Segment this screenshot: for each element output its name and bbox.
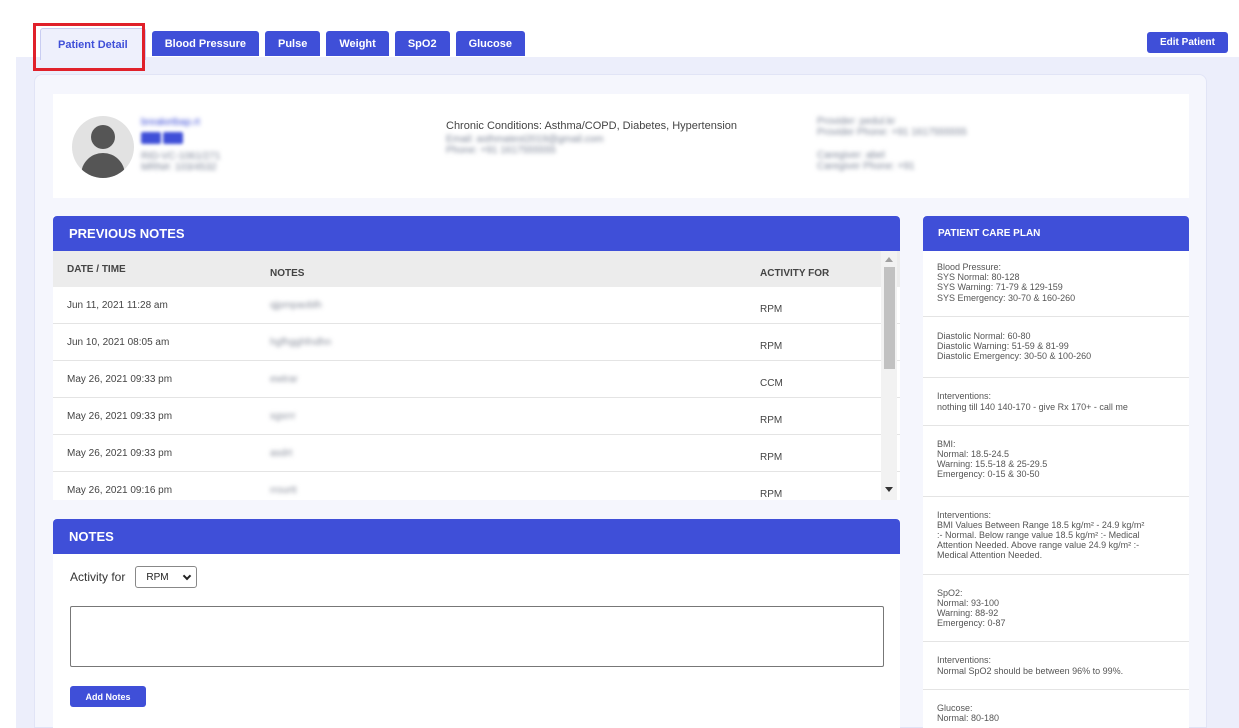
notes-table-header: DATE / TIME NOTES ACTIVITY FOR (53, 251, 900, 287)
patient-badges (141, 131, 341, 149)
activity-select-value: RPM (146, 571, 169, 583)
column-activity: ACTIVITY FOR (760, 267, 830, 279)
caregiver-name: Caregiver: abel (817, 150, 885, 161)
care-plan-item: Diastolic Normal: 60-80 Diastolic Warning… (923, 317, 1189, 379)
table-row: Jun 11, 2021 11:28 am qjpmpaoblh RPM (53, 287, 900, 324)
activity-label: Activity for (70, 570, 126, 584)
care-plan-panel: PATIENT CARE PLAN Blood Pressure: SYS Nor… (923, 216, 1189, 728)
row-date: Jun 11, 2021 11:28 am (67, 299, 168, 311)
patient-contact: Chronic Conditions: Asthma/COPD, Diabete… (446, 120, 776, 156)
patient-name[interactable]: breaketbap.rt (141, 117, 341, 128)
tab-glucose[interactable]: Glucose (455, 31, 525, 56)
tab-patient-detail[interactable]: Patient Detail (40, 28, 146, 60)
avatar (72, 116, 134, 178)
activity-select[interactable]: RPM (135, 566, 198, 588)
tab-pulse[interactable]: Pulse (265, 31, 321, 56)
table-row: May 26, 2021 09:33 pm ewtrar CCM (53, 361, 900, 398)
patient-email: Email: asthmatest2019@gmail.com (446, 134, 604, 145)
row-date: May 26, 2021 09:33 pm (67, 373, 173, 385)
tab-spo2[interactable]: SpO2 (394, 31, 450, 56)
badge-icon (163, 132, 183, 144)
care-plan-item: Glucose: Normal: 80-180 (937, 702, 1000, 724)
patient-mrn-line: MRN#: 103/4532 (141, 162, 217, 173)
badge-icon (141, 132, 161, 144)
provider-info: Provider: pedul.kr Provider Phone: +91 1… (817, 116, 1077, 172)
patient-phone: Phone: +91 1617555555 (446, 145, 556, 156)
table-row: May 26, 2021 09:33 pm sgsrrr RPM (53, 398, 900, 435)
row-activity: RPM (760, 488, 783, 500)
add-notes-button[interactable]: Add Notes (70, 686, 146, 707)
care-plan-item: Interventions: Normal SpO2 should be betw… (923, 642, 1189, 690)
column-notes: NOTES (270, 267, 305, 279)
row-note: qjpmpaoblh (270, 299, 322, 311)
row-note: rrourtt (270, 484, 297, 496)
avatar-body-icon (81, 153, 125, 178)
row-activity: CCM (760, 377, 783, 389)
notes-table-body[interactable]: Jun 11, 2021 11:28 am qjpmpaoblh RPM Jun… (53, 287, 900, 500)
table-row: Jun 10, 2021 08:05 am hgfhgghfndhn RPM (53, 324, 900, 361)
patient-id-line: RID-VC-1061/271 (141, 151, 221, 162)
notes-form-title: NOTES (53, 519, 900, 554)
care-plan-item: Interventions: BMI Values Between Range 1… (923, 497, 1189, 575)
edit-patient-button[interactable]: Edit Patient (1147, 32, 1228, 53)
row-date: May 26, 2021 09:33 pm (67, 447, 173, 459)
patient-identity: breaketbap.rt RID-VC-1061/271 MRN#: 103/… (141, 117, 341, 173)
row-date: May 26, 2021 09:16 pm (67, 484, 173, 496)
table-row: May 26, 2021 09:16 pm rrourtt RPM (53, 472, 900, 500)
tab-bar: Patient Detail Blood Pressure Pulse Weig… (40, 28, 525, 60)
tab-blood-pressure[interactable]: Blood Pressure (151, 31, 259, 56)
column-date: DATE / TIME (67, 263, 126, 275)
previous-notes-panel: PREVIOUS NOTES DATE / TIME NOTES ACTIVIT… (53, 216, 900, 500)
care-plan-title: PATIENT CARE PLAN (923, 216, 1189, 251)
notes-form-panel: NOTES Activity for RPM Add Notes (53, 519, 900, 728)
scroll-thumb[interactable] (884, 267, 895, 369)
scroll-up-icon[interactable] (885, 257, 893, 262)
row-note: ewtrar (270, 373, 298, 385)
row-note: sgsrrr (270, 410, 296, 422)
chevron-down-icon (183, 571, 192, 580)
care-plan-item: BMI: Normal: 18.5-24.5 Warning: 15.5-18 & … (923, 426, 1189, 497)
row-date: Jun 10, 2021 08:05 am (67, 336, 170, 348)
row-activity: RPM (760, 303, 783, 315)
notes-textarea[interactable] (70, 606, 884, 667)
notes-scrollbar[interactable] (881, 251, 897, 500)
table-row: May 26, 2021 09:33 pm asdrt RPM (53, 435, 900, 472)
provider-phone: Provider Phone: +91 1617555555 (817, 127, 967, 138)
avatar-head-icon (91, 125, 115, 149)
care-plan-item: Interventions: nothing till 140 140-170 -… (923, 378, 1189, 426)
row-activity: RPM (760, 414, 783, 426)
provider-name: Provider: pedul.kr (817, 116, 896, 127)
care-plan-item: Blood Pressure: SYS Normal: 80-128 SYS War… (923, 251, 1189, 317)
row-note: asdrt (270, 447, 293, 459)
row-activity: RPM (760, 340, 783, 352)
activity-row: Activity for RPM (70, 566, 198, 588)
caregiver-phone: Caregiver Phone: +91 (817, 161, 915, 172)
row-activity: RPM (760, 451, 783, 463)
tab-weight[interactable]: Weight (326, 31, 389, 56)
care-plan-item: SpO2: Normal: 93-100 Warning: 88-92 Emergen… (923, 575, 1189, 643)
scroll-down-icon[interactable] (885, 487, 893, 492)
previous-notes-title: PREVIOUS NOTES (53, 216, 900, 251)
chronic-conditions: Chronic Conditions: Asthma/COPD, Diabete… (446, 120, 738, 132)
row-note: hgfhgghfndhn (270, 336, 332, 348)
row-date: May 26, 2021 09:33 pm (67, 410, 173, 422)
